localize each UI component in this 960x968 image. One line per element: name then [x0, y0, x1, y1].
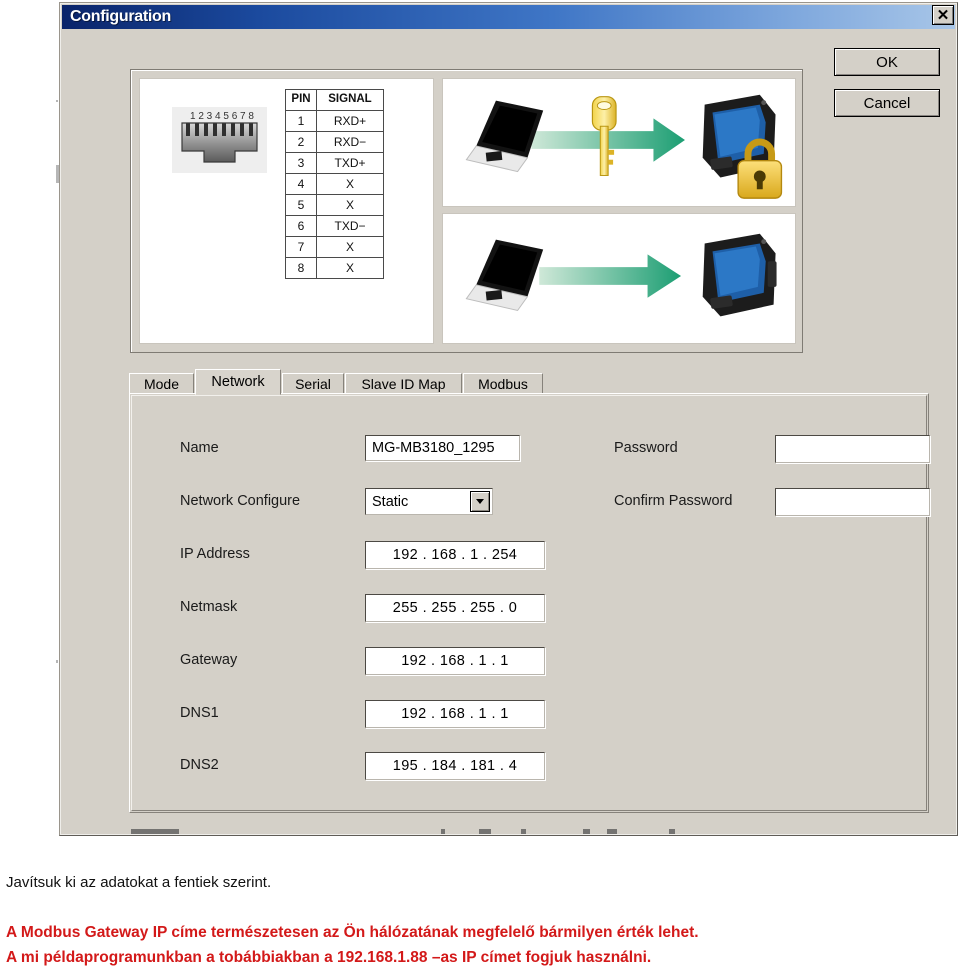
clip-mark [521, 829, 526, 834]
name-input[interactable]: MG-MB3180_1295 [365, 435, 520, 461]
secured-access-illustration [442, 78, 796, 207]
pinout-pin-cell: 4 [285, 173, 317, 195]
pinout-row: 3 TXD+ [285, 152, 384, 174]
dns1-input[interactable]: 192 . 168 . 1 . 1 [365, 700, 545, 728]
configuration-dialog: Configuration ✕ OK Cancel 1 2 3 4 5 6 7 … [59, 2, 958, 836]
tab-label: Slave ID Map [361, 376, 446, 392]
dns2-input[interactable]: 195 . 184 . 181 . 4 [365, 752, 545, 780]
scan-artifact [56, 100, 58, 102]
name-label: Name [180, 440, 219, 456]
netconfig-label: Network Configure [180, 493, 301, 509]
pinout-table: PIN SIGNAL 1 RXD+ 2 RXD− 3 TXD+ 4 X 5 X 6 TXD− 7 X 8 X [285, 89, 384, 279]
password-input[interactable] [775, 435, 930, 463]
gateway-label: Gateway [180, 652, 238, 668]
pinout-pin-cell: 3 [285, 152, 317, 174]
dns1-label: DNS1 [180, 705, 219, 721]
pinout-panel: 1 2 3 4 5 6 7 8 PIN SIGNAL 1 RXD+ 2 RXD−… [139, 78, 434, 344]
pinout-row: 5X [285, 194, 384, 216]
pinout-pin-cell: 6 [285, 215, 317, 237]
rj45-connector-icon: 1 2 3 4 5 6 7 8 [172, 107, 267, 173]
clip-mark [479, 829, 491, 834]
pinout-signal-cell: RXD+ [316, 110, 384, 132]
tab-label: Network [211, 374, 265, 390]
cancel-button[interactable]: Cancel [834, 89, 940, 117]
pinout-row: 7X [285, 236, 384, 258]
tab-strip: Mode Network Serial Slave ID Map Modbus [129, 369, 929, 395]
secured-access-graphic [465, 94, 783, 199]
pinout-signal-cell: X [316, 257, 384, 279]
caption-line-2: A Modbus Gateway IP címe természetesen a… [6, 924, 699, 941]
tab-mode[interactable]: Mode [129, 373, 194, 394]
tab-network[interactable]: Network [195, 369, 281, 395]
pinout-pin-cell: 1 [285, 110, 317, 132]
caption-line-3: A mi példaprogramunkban a tobábbiakban a… [6, 949, 652, 966]
pinout-row: 1 RXD+ [285, 110, 384, 132]
confirm-password-label: Confirm Password [614, 493, 733, 509]
clip-mark [583, 829, 590, 834]
pinout-header-row: PIN SIGNAL [285, 89, 384, 111]
open-access-graphic [465, 233, 777, 317]
pinout-row: 8X [285, 257, 384, 279]
dialog-title: Configuration [70, 8, 171, 25]
confirm-password-input[interactable] [775, 488, 930, 516]
clip-mark [669, 829, 675, 834]
pinout-signal-cell: TXD+ [316, 152, 384, 174]
close-icon[interactable]: ✕ [932, 5, 954, 25]
pinout-pin-cell: 7 [285, 236, 317, 258]
network-configure-select[interactable]: Static [365, 488, 493, 515]
tab-serial[interactable]: Serial [282, 373, 344, 394]
ip-address-input[interactable]: 192 . 168 . 1 . 254 [365, 541, 545, 569]
network-tab-panel: Name Network Configure IP Address Netmas… [129, 393, 930, 813]
svg-text:1 2 3 4 5 6 7 8: 1 2 3 4 5 6 7 8 [190, 111, 254, 122]
clip-mark [607, 829, 617, 834]
pinout-signal-cell: TXD− [316, 215, 384, 237]
clip-mark [441, 829, 445, 834]
chevron-down-icon[interactable] [470, 491, 490, 512]
pinout-signal-cell: X [316, 236, 384, 258]
pinout-pin-cell: 2 [285, 131, 317, 153]
tab-modbus[interactable]: Modbus [463, 373, 543, 394]
open-access-illustration [442, 213, 796, 344]
scan-artifact [56, 660, 58, 663]
password-label: Password [614, 440, 678, 456]
pinout-header-cell: PIN [285, 89, 317, 111]
dialog-titlebar: Configuration [62, 5, 955, 29]
clip-mark [131, 829, 179, 834]
tab-slave-id-map[interactable]: Slave ID Map [345, 373, 462, 394]
pinout-row: 6 TXD− [285, 215, 384, 237]
network-configure-value: Static [372, 493, 409, 510]
pinout-signal-cell: X [316, 173, 384, 195]
tab-label: Serial [295, 376, 331, 392]
caption-line-1: Javítsuk ki az adatokat a fentiek szerin… [6, 874, 272, 891]
netmask-input[interactable]: 255 . 255 . 255 . 0 [365, 594, 545, 622]
clipped-text-artifacts [61, 829, 956, 834]
tab-label: Mode [143, 376, 180, 392]
pinout-row: 4X [285, 173, 384, 195]
pinout-signal-cell: RXD− [316, 131, 384, 153]
gateway-input[interactable]: 192 . 168 . 1 . 1 [365, 647, 545, 675]
dns2-label: DNS2 [180, 757, 219, 773]
illustration-frame: 1 2 3 4 5 6 7 8 PIN SIGNAL 1 RXD+ 2 RXD−… [130, 69, 803, 353]
network-tab-panel-inner: Name Network Configure IP Address Netmas… [131, 395, 930, 811]
tab-label: Modbus [478, 376, 528, 392]
ip-address-label: IP Address [180, 546, 250, 562]
pinout-pin-cell: 8 [285, 257, 317, 279]
pinout-pin-cell: 5 [285, 194, 317, 216]
pinout-table-body: PIN SIGNAL 1 RXD+ 2 RXD− 3 TXD+ 4 X 5 X 6 TXD− 7 X 8 X [285, 89, 384, 279]
pinout-signal-cell: X [316, 194, 384, 216]
ok-button[interactable]: OK [834, 48, 940, 76]
pinout-row: 2 RXD− [285, 131, 384, 153]
pinout-header-cell: SIGNAL [316, 89, 384, 111]
netmask-label: Netmask [180, 599, 238, 615]
